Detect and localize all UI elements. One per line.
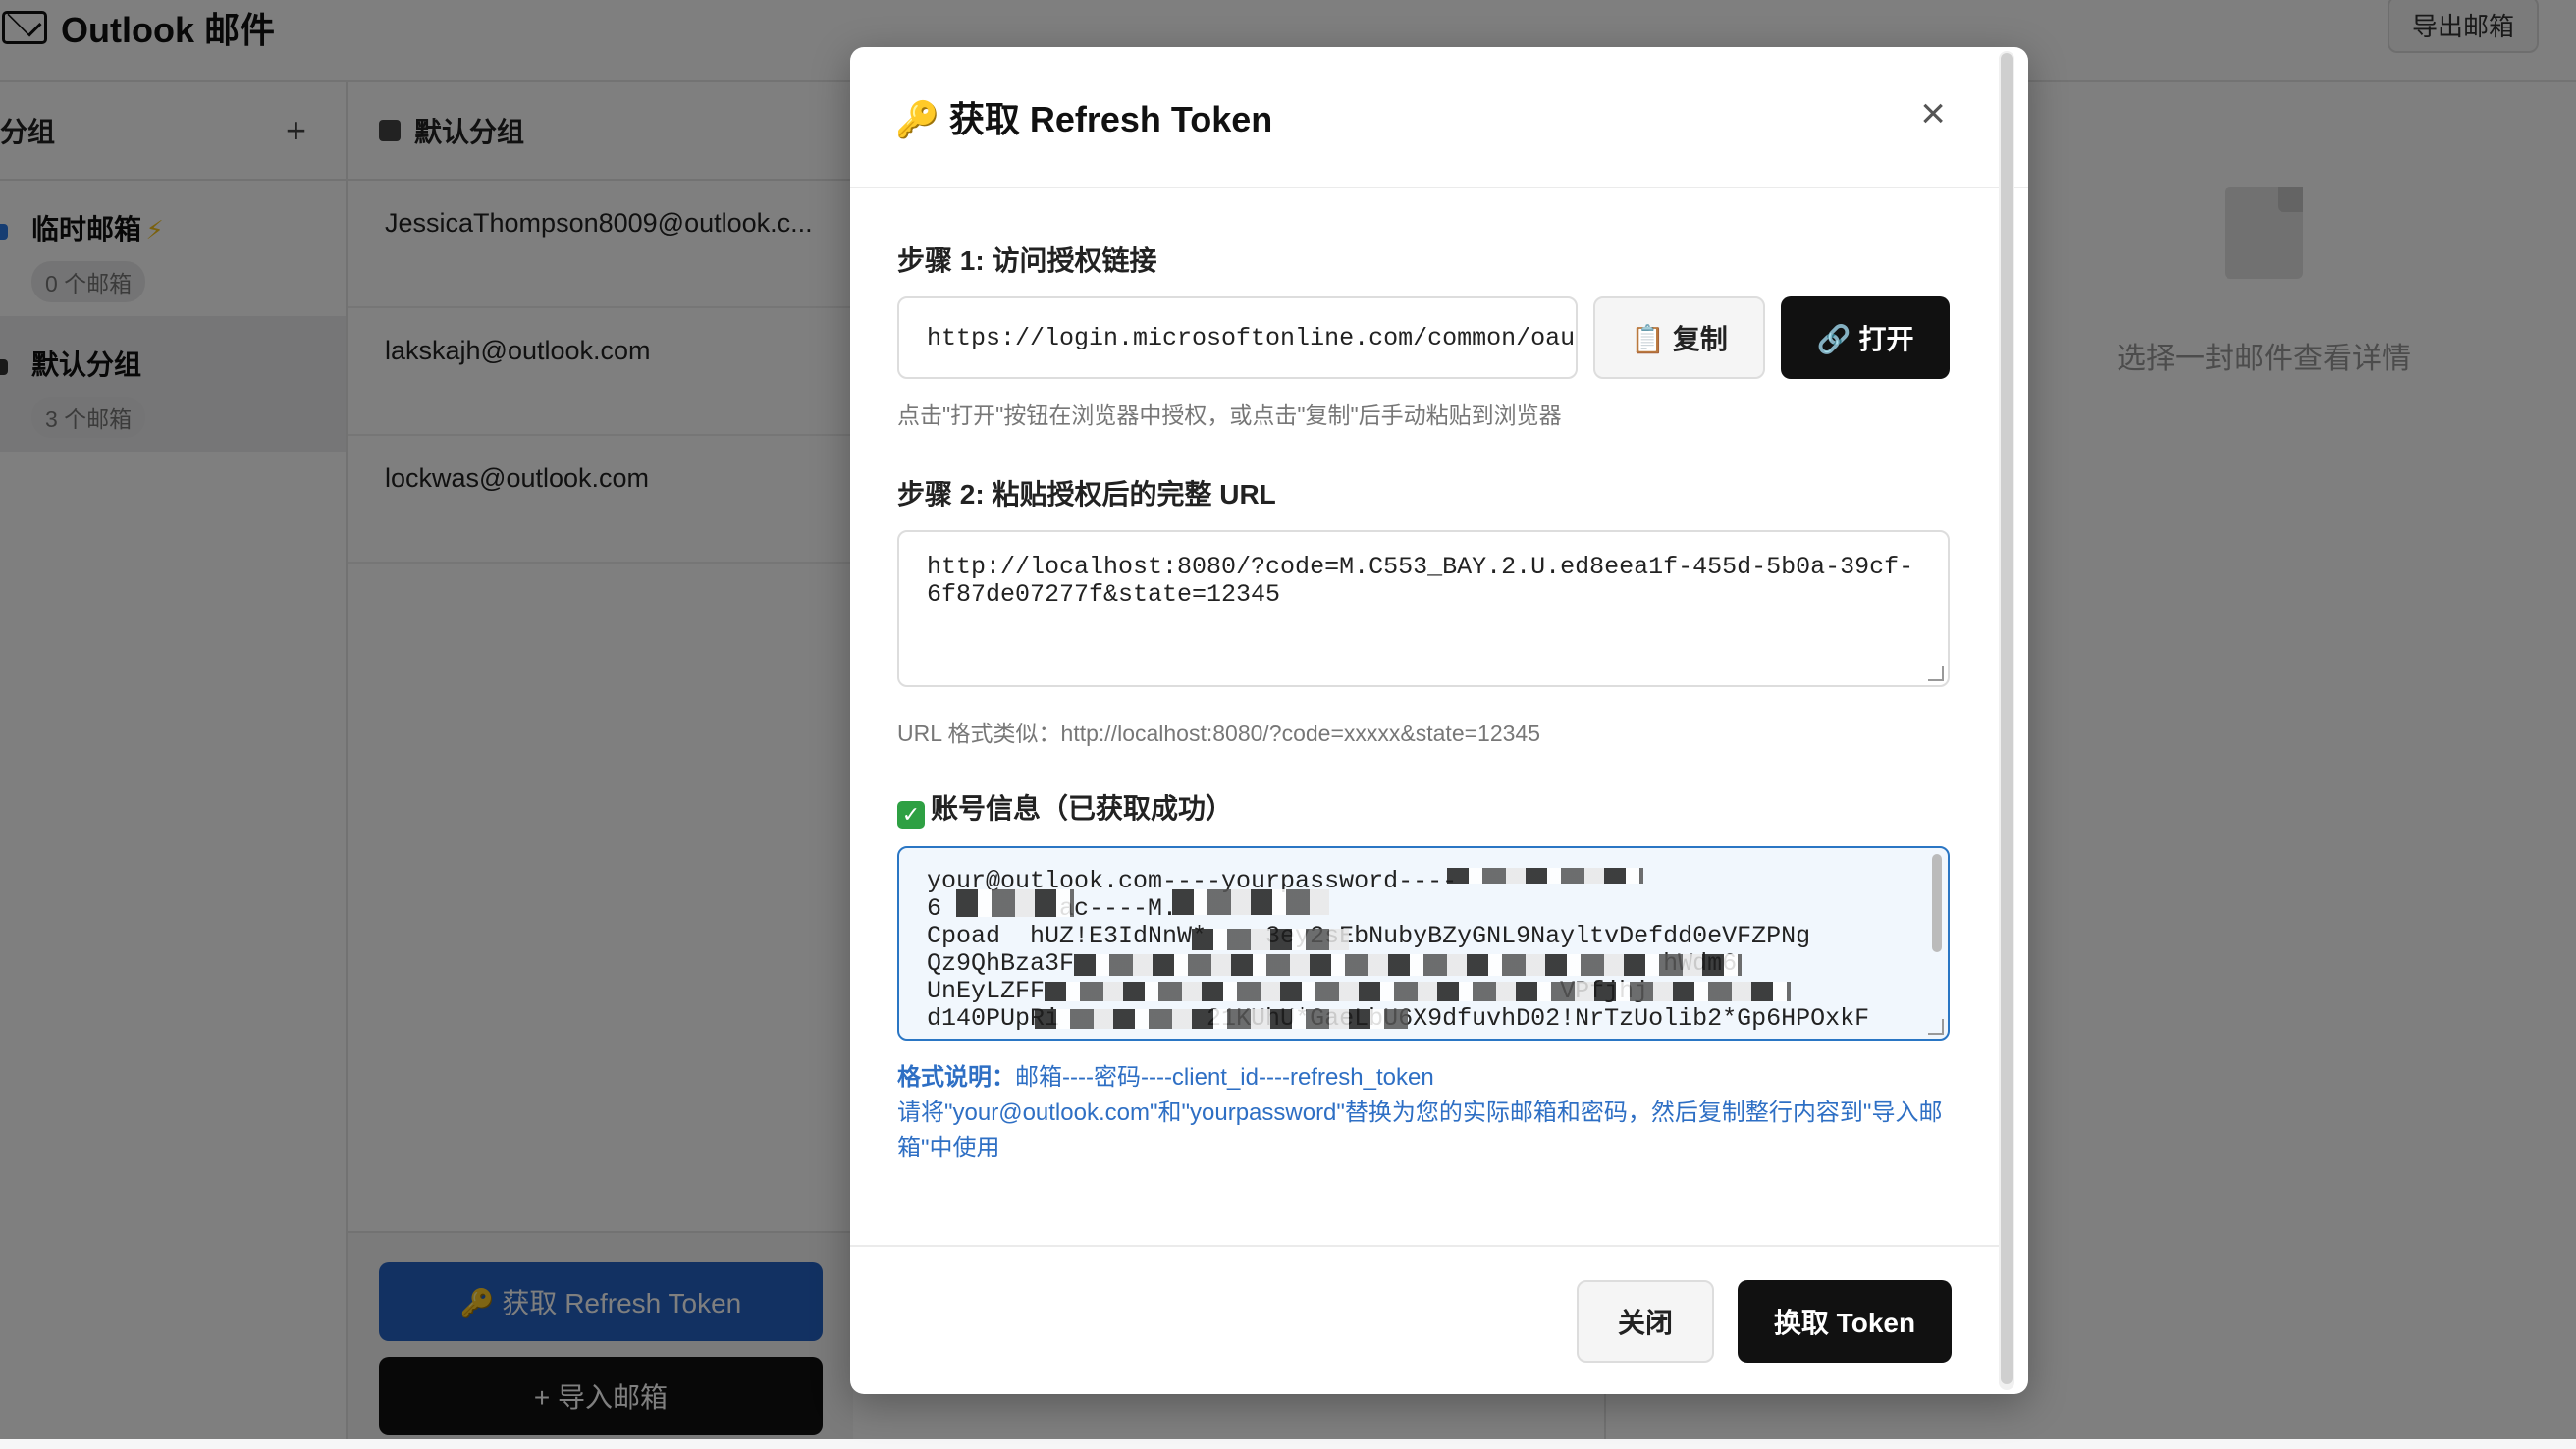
modal-scroll-thumb[interactable] [2001, 53, 2012, 1384]
format-text: 邮箱----密码----client_id----refresh_token [1015, 1064, 1434, 1091]
step1-label: 步骤 1: 访问授权链接 [897, 245, 1157, 276]
step1-hint: 点击"打开"按钮在浏览器中授权，或点击"复制"后手动粘贴到浏览器 [897, 402, 1562, 428]
copy-button[interactable]: 📋 复制 [1592, 296, 1766, 379]
resize-handle[interactable] [1928, 1019, 1944, 1035]
modal-title: 🔑 获取 Refresh Token [895, 99, 1273, 139]
open-button[interactable]: 🔗 打开 [1781, 296, 1950, 379]
redaction-block [1074, 954, 1742, 976]
replace-note: 请将"your@outlook.com"和"yourpassword"替换为您的… [897, 1100, 1943, 1161]
redaction-block [1035, 1009, 1408, 1029]
exchange-token-button[interactable]: 换取 Token [1738, 1280, 1952, 1363]
account-label-row: ✓ 账号信息（已获取成功） [897, 787, 1950, 829]
redaction-block [1172, 889, 1329, 915]
modal-footer: 关闭 换取 Token [850, 1245, 1999, 1394]
redaction-block [1045, 982, 1791, 1001]
account-label: 账号信息（已获取成功） [931, 793, 1234, 824]
redaction-block [1447, 868, 1643, 884]
resize-handle[interactable] [1928, 666, 1944, 681]
step2-label: 步骤 2: 粘贴授权后的完整 URL [897, 479, 1276, 510]
format-label: 格式说明： [897, 1064, 1015, 1091]
redaction-block [1192, 929, 1349, 950]
refresh-token-modal: 🔑 获取 Refresh Token × 步骤 1: 访问授权链接 https:… [850, 47, 2028, 1394]
step2-hint: URL 格式类似：http://localhost:8080/?code=xxx… [897, 721, 1540, 746]
close-button[interactable]: 关闭 [1577, 1280, 1714, 1363]
redaction-block [956, 889, 1074, 917]
modal-body: 步骤 1: 访问授权链接 https://login.microsoftonli… [897, 188, 1950, 1166]
format-note: 格式说明：邮箱----密码----client_id----refresh_to… [897, 1060, 1950, 1166]
modal-header: 🔑 获取 Refresh Token × [850, 47, 2028, 188]
textarea-scrollbar[interactable] [1932, 854, 1942, 952]
modal-scrollbar[interactable] [1999, 51, 2014, 1390]
check-icon: ✓ [897, 801, 925, 829]
auth-url-input[interactable]: https://login.microsoftonline.com/common… [897, 296, 1578, 379]
callback-url-textarea[interactable]: http://localhost:8080/?code=M.C553_BAY.2… [897, 530, 1950, 687]
close-icon[interactable]: × [1920, 92, 1946, 135]
